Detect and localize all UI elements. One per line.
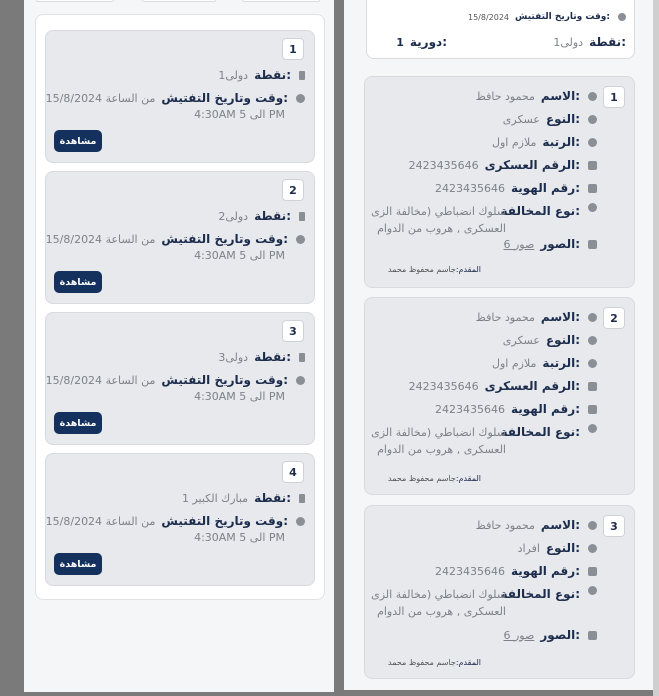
clock-icon (296, 375, 305, 385)
provider-row: المقدم: جاسم محفوظ محمد (388, 657, 481, 667)
rank-row: الرتبة: ملازم اول (492, 133, 597, 151)
datetime-value-line2: 4:30AM الى 5 PM (194, 531, 285, 544)
image-icon (588, 630, 597, 640)
violation-value: سلوك انضباطي (مخالفة الزى العسكرى , هروب… (371, 588, 506, 618)
datetime-value-line2: 4:30AM الى 5 PM (194, 390, 285, 403)
user-icon (588, 114, 597, 124)
pin-icon (299, 211, 305, 221)
view-button[interactable]: مشاهدة (54, 271, 102, 293)
summary-patrol: دورية: 1 (396, 35, 447, 49)
datetime-row: وقت وتاريخ التفتيش: 15/8/2024 من الساعة (46, 89, 305, 107)
summary-point: نقطة: دولى1 (553, 35, 626, 49)
name-row: الاسم: محمود حافظ (476, 308, 597, 326)
clock-icon (296, 516, 305, 526)
top-stub (36, 0, 114, 2)
violation-value: سلوك انضباطي (مخالفة الزى العسكرى , هروب… (371, 205, 506, 235)
edit-icon (588, 585, 597, 595)
id-no-row: رقم الهوية: 2423435646 (435, 562, 597, 580)
type-row: النوع: افراد (518, 539, 597, 557)
edit-icon (588, 202, 597, 212)
card-number: 1 (603, 86, 625, 108)
edit-icon (588, 423, 597, 433)
type-row: النوع: عسكرى (503, 331, 597, 349)
id-card-icon (588, 381, 597, 391)
top-stub (242, 0, 320, 2)
image-icon (588, 239, 597, 249)
view-button[interactable]: مشاهدة (54, 130, 102, 152)
id-no-row: رقم الهوية: 2423435646 (435, 179, 597, 197)
point-row: نقطة: دولى3 (218, 348, 305, 366)
photos-row: الصور: 6 صور (503, 626, 597, 644)
name-row: الاسم: محمود حافظ (476, 87, 597, 105)
photos-link[interactable]: 6 صور (503, 238, 534, 251)
datetime-row: وقت وتاريخ التفتيش: 15/8/2024 من الساعة (46, 512, 305, 530)
id-card-icon (588, 404, 597, 414)
point-value: دولى2 (218, 209, 249, 223)
id-card-icon (588, 160, 597, 170)
pin-icon (299, 352, 305, 362)
user-icon (588, 335, 597, 345)
card-number: 3 (282, 320, 304, 342)
id-no-row: رقم الهوية: 2423435646 (435, 400, 597, 418)
view-button[interactable]: مشاهدة (54, 412, 102, 434)
datetime-value: 15/8/2024 من الساعة (45, 91, 156, 105)
datetime-value: 15/8/2024 من الساعة (45, 514, 156, 528)
card-number: 4 (282, 461, 304, 483)
card-number: 2 (603, 307, 625, 329)
point-row: نقطة: دولى2 (218, 207, 305, 225)
card-number: 2 (282, 179, 304, 201)
military-no-row: الرقم العسكرى: 2423435646 (409, 377, 597, 395)
pin-icon (299, 70, 305, 80)
type-row: النوع: عسكرى (503, 110, 597, 128)
datetime-value-line2: 4:30AM الى 5 PM (194, 249, 285, 262)
point-value: دولى3 (218, 350, 249, 364)
rank-row: الرتبة: ملازم اول (492, 354, 597, 372)
photos-row: الصور: 6 صور (503, 235, 597, 253)
datetime-row: وقت وتاريخ التفتيش: 15/8/2024 من الساعة (46, 230, 305, 248)
datetime-value: 15/8/2024 من الساعة (45, 373, 156, 387)
user-icon (588, 91, 597, 101)
violation-row: نوع المخالفة: (495, 423, 597, 441)
view-button[interactable]: مشاهدة (54, 553, 102, 575)
pin-icon (299, 493, 305, 503)
provider-row: المقدم: جاسم محفوظ محمد (388, 264, 481, 274)
clock-icon (618, 13, 626, 21)
summary-date-row: وقت وتاريخ التفتيش: 15/8/2024 (468, 9, 626, 25)
top-stub (142, 0, 216, 2)
card-number: 1 (282, 38, 304, 60)
scrollbar-track[interactable] (653, 0, 659, 696)
datetime-row: وقت وتاريخ التفتيش: 15/8/2024 من الساعة (46, 371, 305, 389)
user-icon (588, 312, 597, 322)
violation-card (364, 297, 635, 495)
point-row: نقطة: دولى1 (218, 66, 305, 84)
violation-value: سلوك انضباطي (مخالفة الزى العسكرى , هروب… (371, 426, 506, 456)
point-value: دولى1 (218, 68, 249, 82)
datetime-value-line2: 4:30AM الى 5 PM (194, 108, 285, 121)
clock-icon (296, 234, 305, 244)
photos-link[interactable]: 6 صور (503, 629, 534, 642)
rank-icon (588, 358, 597, 368)
provider-row: المقدم: جاسم محفوظ محمد (388, 473, 481, 483)
user-icon (588, 543, 597, 553)
card-number: 3 (603, 515, 625, 537)
user-icon (588, 520, 597, 530)
point-row: نقطة: مبارك الكبير 1 (182, 489, 305, 507)
id-card-icon (588, 183, 597, 193)
violation-row: نوع المخالفة: (495, 202, 597, 220)
datetime-value: 15/8/2024 من الساعة (45, 232, 156, 246)
rank-icon (588, 137, 597, 147)
violation-row: نوع المخالفة: (495, 585, 597, 603)
point-value: مبارك الكبير 1 (181, 491, 249, 505)
clock-icon (296, 93, 305, 103)
name-row: الاسم: محمود حافظ (476, 516, 597, 534)
military-no-row: الرقم العسكرى: 2423435646 (409, 156, 597, 174)
id-card-icon (588, 566, 597, 576)
